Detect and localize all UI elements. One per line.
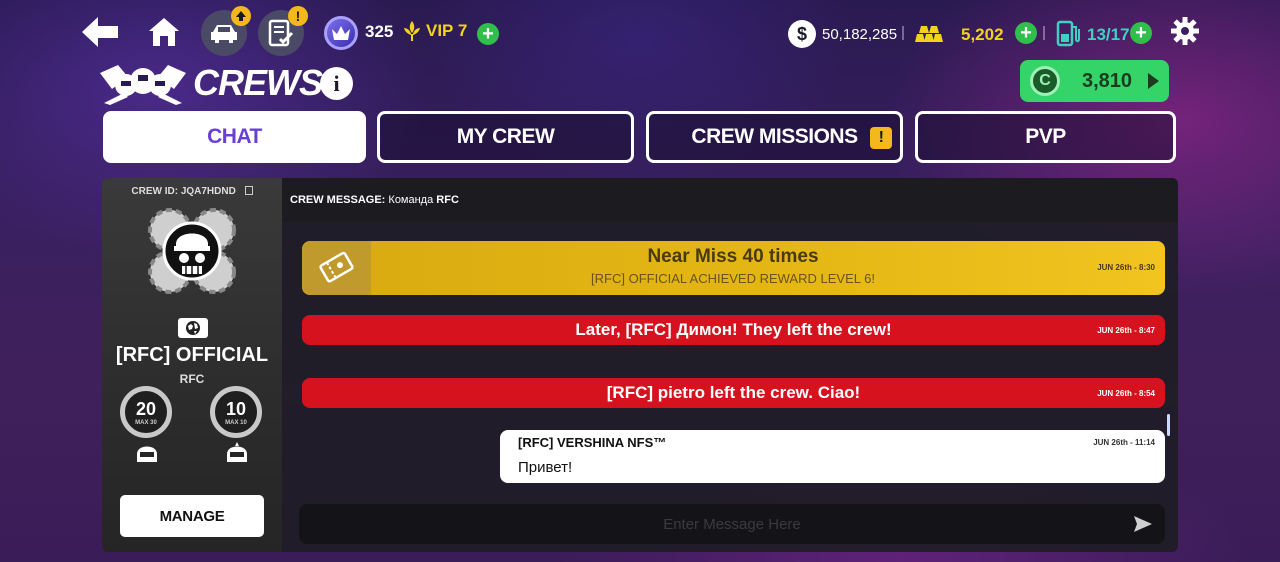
tab-pvp-label: PVP [1025, 125, 1066, 148]
vip-label: VIP 7 [426, 21, 468, 40]
chat-scrollbar[interactable] [1167, 414, 1170, 436]
crew-coin-icon: C [1030, 66, 1060, 96]
members-gauge: 20 MAX 30 [120, 386, 172, 438]
crew-coins-button[interactable]: C 3,810 [1020, 60, 1169, 102]
copy-icon[interactable] [244, 186, 253, 195]
officers-gauge: 10 MAX 10 [210, 386, 262, 438]
manage-button[interactable]: MANAGE [120, 495, 264, 537]
top-bar: ! 325 VIP 7 + $ 50,182,285 5,202 + 13/17… [0, 0, 1280, 66]
divider [902, 26, 904, 40]
send-icon[interactable] [1133, 515, 1153, 533]
message-timestamp: JUN 26th - 8:30 [1097, 263, 1155, 272]
tab-chat[interactable]: CHAT [103, 111, 366, 163]
members-max: MAX 30 [135, 419, 157, 426]
ticket-icon [302, 241, 371, 295]
back-arrow-icon [82, 17, 118, 47]
gold-bars-icon [913, 24, 947, 49]
officers-count: 10 [225, 398, 247, 419]
achievement-subtitle: [RFC] OFFICIAL ACHIEVED REWARD LEVEL 6! [591, 271, 875, 286]
crew-message-tag: RFC [436, 194, 459, 206]
cash-amount: 50,182,285 [822, 26, 898, 43]
tab-pvp[interactable]: PVP [915, 111, 1176, 163]
car-icon [211, 25, 237, 43]
crews-logo-icon [98, 63, 188, 105]
page-title: CREWS [193, 62, 323, 103]
fuel-pump-icon [1056, 19, 1080, 52]
achievement-title: Near Miss 40 times [647, 246, 819, 267]
level-crown-icon[interactable] [324, 16, 358, 50]
cash-icon: $ [788, 20, 816, 48]
divider [1043, 26, 1045, 40]
settings-gear-icon[interactable] [1170, 16, 1200, 46]
crew-id-text: CREW ID: JQA7HDND [131, 186, 236, 197]
tab-crew-missions[interactable]: CREW MISSIONS ! [646, 111, 903, 163]
vip-status[interactable]: VIP 7 [402, 20, 467, 42]
info-icon[interactable]: i [320, 67, 353, 100]
garage-button[interactable] [201, 6, 251, 56]
members-count: 20 [135, 398, 157, 419]
crew-tag: RFC [179, 372, 205, 386]
back-button[interactable] [78, 12, 122, 52]
upgrade-badge-icon [231, 6, 251, 26]
message-input-bar [299, 504, 1165, 544]
member-helmet-icon [134, 442, 160, 466]
system-message: Later, [RFC] Димон! They left the crew! … [302, 315, 1165, 345]
crew-emblem-icon [144, 206, 240, 296]
tab-crew-missions-label: CREW MISSIONS [691, 125, 858, 148]
chat-panel: CREW MESSAGE: Команда RFC Near Miss 40 t… [282, 178, 1178, 552]
fleur-de-lis-icon [404, 21, 420, 41]
crew-message-header: CREW MESSAGE: Команда RFC [282, 178, 1178, 222]
officer-helmet-icon [224, 442, 250, 466]
gold-amount: 5,202 [961, 25, 1004, 44]
home-icon [149, 18, 179, 46]
alert-icon: ! [870, 127, 892, 149]
fuel-plus-button[interactable]: + [1130, 22, 1152, 44]
gold-plus-button[interactable]: + [1015, 22, 1037, 44]
tab-my-crew-label: MY CREW [456, 125, 555, 148]
home-button[interactable] [144, 12, 184, 52]
tab-chat-label: CHAT [207, 125, 262, 148]
tab-my-crew[interactable]: MY CREW [377, 111, 634, 163]
crew-id[interactable]: CREW ID: JQA7HDND [102, 186, 282, 197]
crew-info-panel: CREW ID: JQA7HDND [RFC] OFFICIAL RFC 20 … [102, 178, 282, 552]
play-arrow-icon [1148, 73, 1159, 89]
crew-message-text: Команда [388, 194, 434, 206]
tasks-alert-badge: ! [288, 6, 308, 26]
message-timestamp: JUN 26th - 8:47 [1097, 326, 1155, 335]
crew-coin-amount: 3,810 [1082, 69, 1133, 92]
message-timestamp: JUN 26th - 8:54 [1097, 389, 1155, 398]
system-message-text: [RFC] pietro left the crew. Ciao! [606, 383, 861, 402]
user-message: [RFC] VERSHINA NFS™ Привет! JUN 26th - 1… [500, 430, 1165, 483]
achievement-message: Near Miss 40 times [RFC] OFFICIAL ACHIEV… [302, 241, 1165, 295]
vip-plus-button[interactable]: + [477, 23, 499, 45]
message-text: Привет! [518, 459, 573, 476]
player-level: 325 [365, 22, 394, 41]
globe-icon [178, 318, 208, 338]
system-message-text: Later, [RFC] Димон! They left the crew! [575, 320, 892, 339]
message-input[interactable] [299, 504, 1165, 544]
crew-name: [RFC] OFFICIAL [115, 344, 269, 366]
message-author: [RFC] VERSHINA NFS™ [518, 435, 667, 450]
fuel-amount: 13/17 [1087, 25, 1130, 44]
crew-message-label: CREW MESSAGE: [290, 194, 386, 206]
tasks-button[interactable]: ! [258, 6, 308, 56]
message-timestamp: JUN 26th - 11:14 [1093, 438, 1155, 447]
officers-max: MAX 10 [225, 419, 247, 426]
system-message: [RFC] pietro left the crew. Ciao! JUN 26… [302, 378, 1165, 408]
